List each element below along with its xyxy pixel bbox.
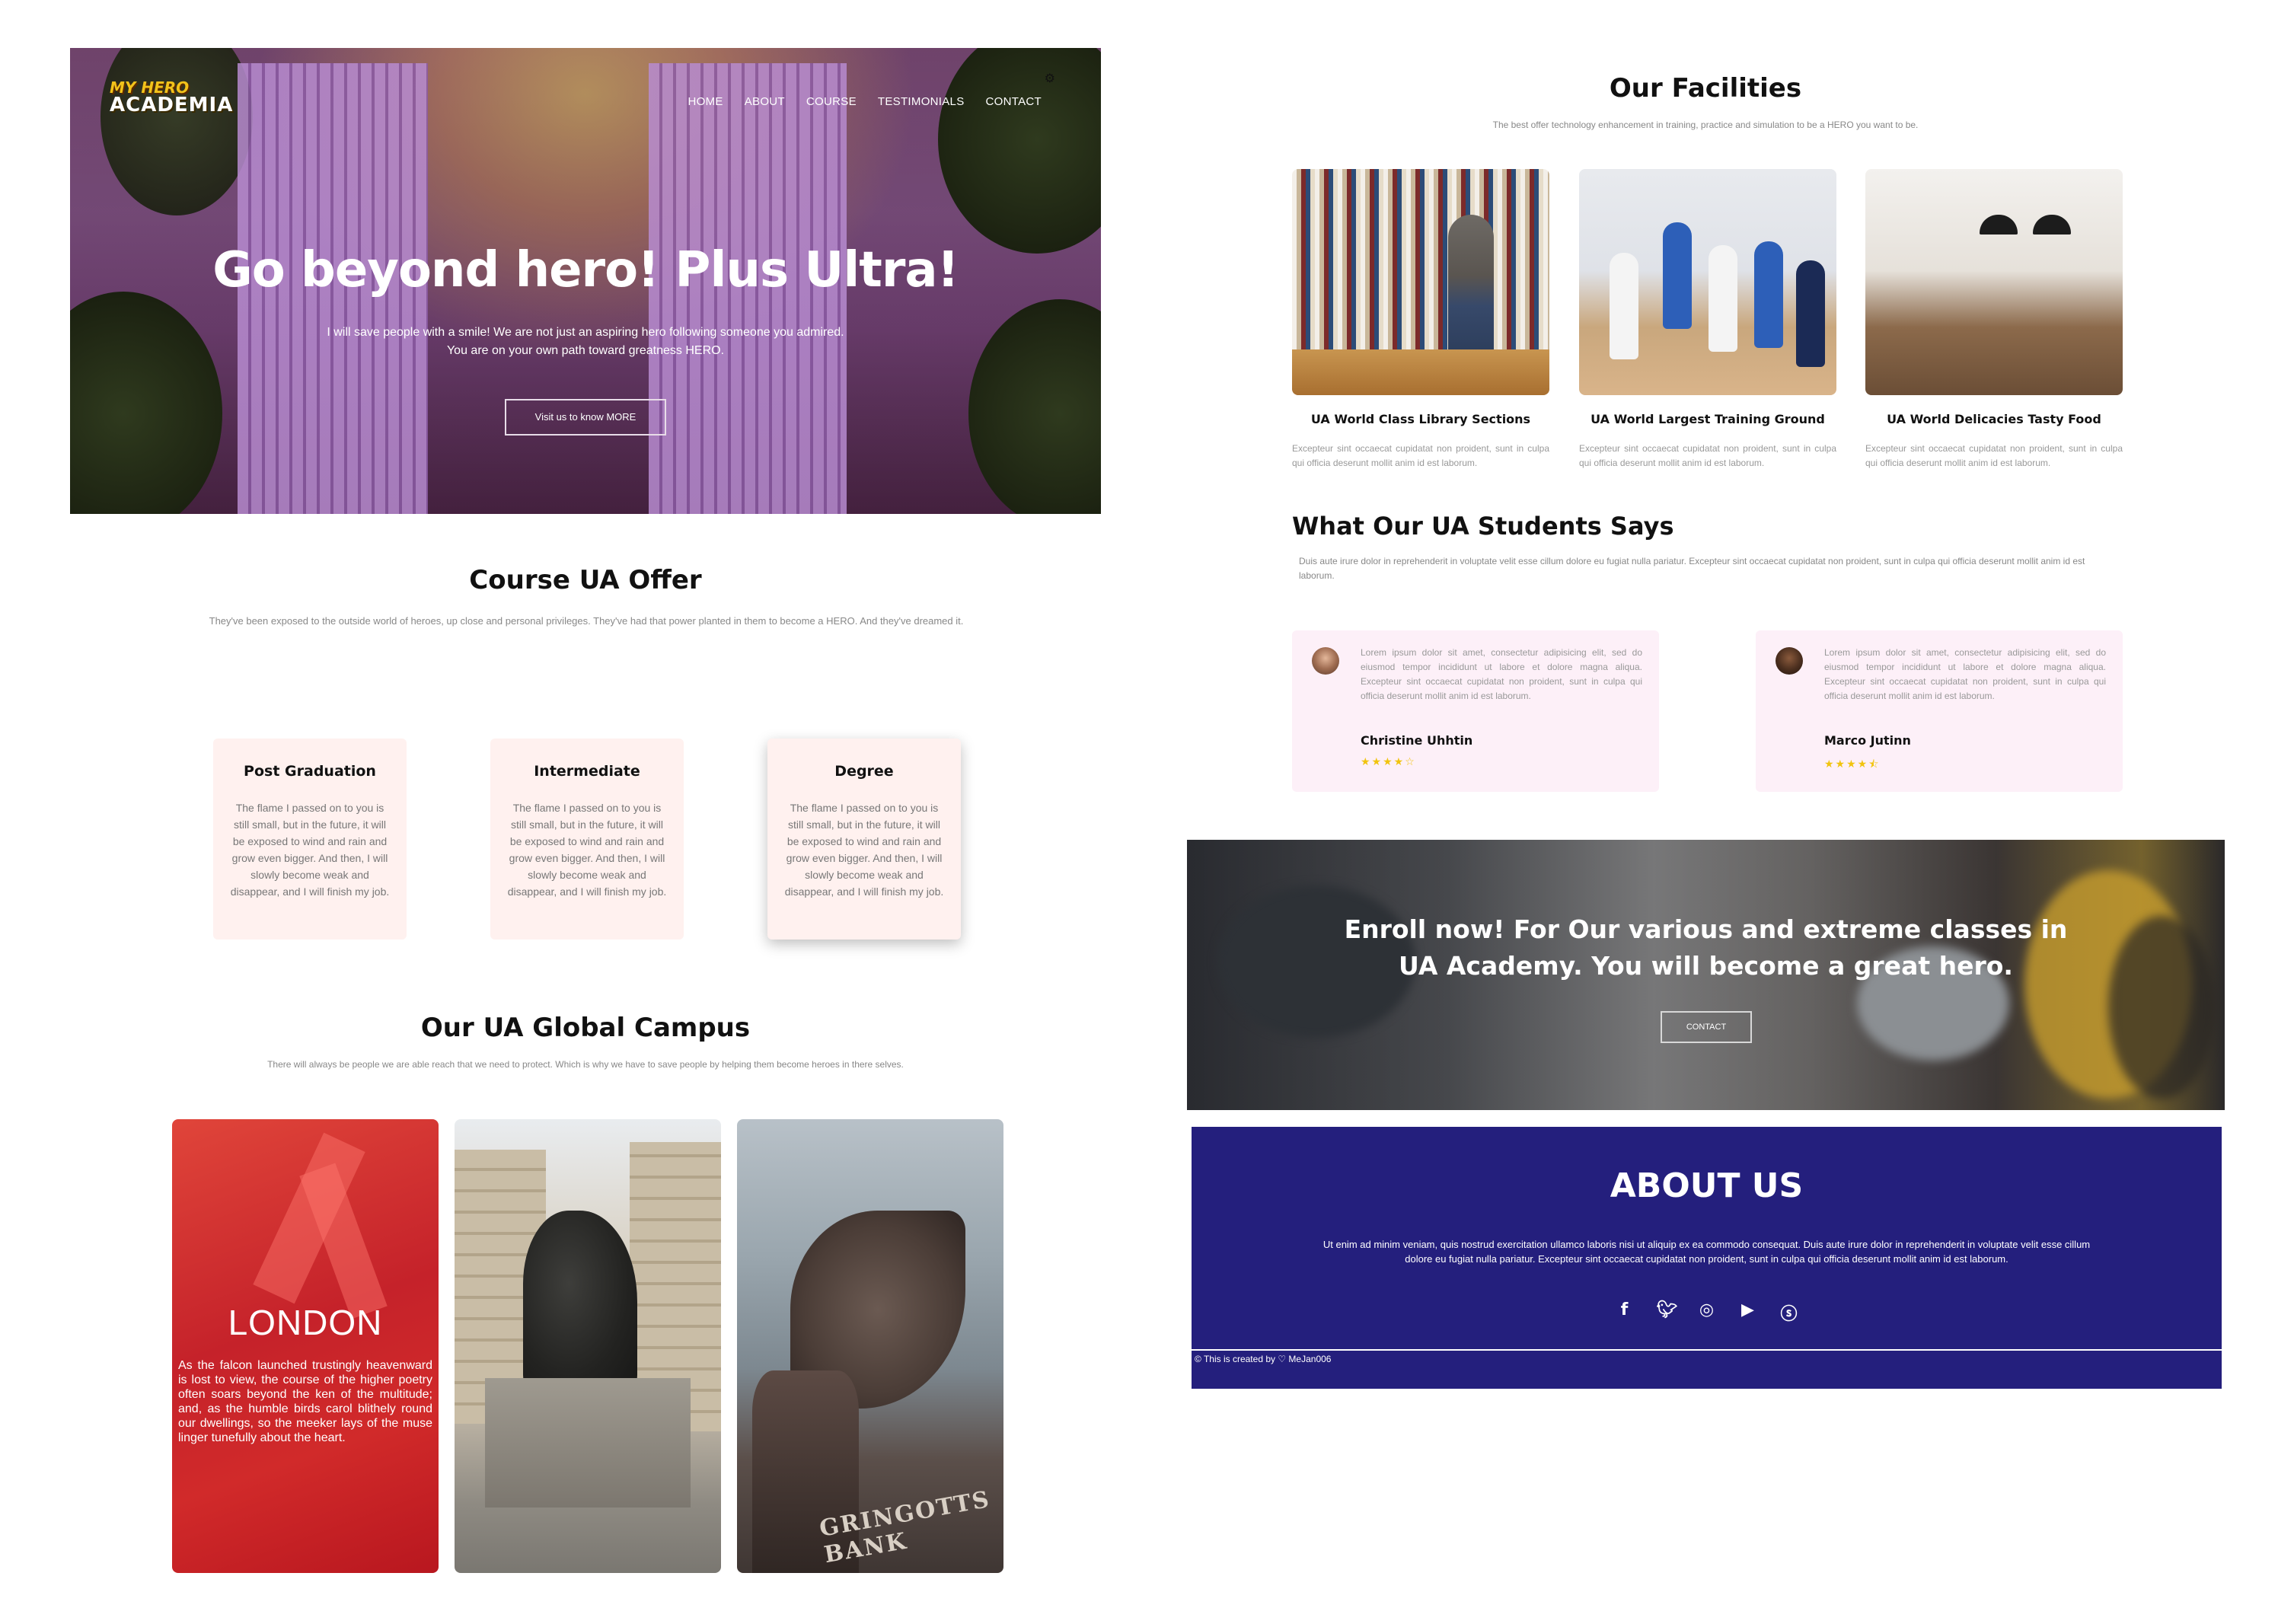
campus-city-description: As the falcon launched trustingly heaven… — [178, 1359, 432, 1444]
tree-right-top — [938, 48, 1101, 254]
skype-icon[interactable]: ⓢ — [1780, 1300, 1798, 1325]
library-image — [1292, 169, 1549, 395]
nav-course[interactable]: COURSE — [806, 95, 857, 108]
course-card-degree[interactable]: Degree The flame I passed on to you is s… — [767, 739, 961, 940]
nav-about[interactable]: ABOUT — [745, 95, 785, 108]
enroll-line2: UA Academy. You will become a great hero… — [1399, 951, 2013, 981]
footer-divider — [1192, 1349, 2222, 1351]
person-shape — [1448, 215, 1494, 367]
lamp-shape — [2033, 215, 2071, 235]
hero-subtitle-line2: You are on your own path toward greatnes… — [446, 344, 725, 357]
logo-bottom-text: ACADEMIA — [110, 94, 234, 116]
course-name: Degree — [834, 763, 894, 780]
about-section: ABOUT US Ut enim ad minim veniam, quis n… — [1192, 1127, 2222, 1389]
avatar — [1776, 647, 1803, 675]
facebook-icon[interactable]: f — [1616, 1300, 1634, 1325]
hero-subtitle: I will save people with a smile! We are … — [70, 324, 1101, 360]
courses-title: Course UA Offer — [469, 565, 702, 595]
enroll-line1: Enroll now! For Our various and extreme … — [1344, 914, 2068, 944]
hero-section: MY HERO ACADEMIA ⚙ HOME ABOUT COURSE TES… — [70, 48, 1101, 514]
nav-testimonials[interactable]: TESTIMONIALS — [878, 95, 965, 108]
campus-card-london[interactable]: LONDON As the falcon launched trustingly… — [172, 1119, 439, 1573]
facility-text: Excepteur sint occaecat cupidatat non pr… — [1865, 443, 2123, 468]
rating-stars: ★★★★☆ — [1361, 756, 1416, 768]
testimonials-subtitle: Duis aute irure dolor in reprehenderit i… — [1299, 556, 2085, 581]
facilities-subtitle: The best offer technology enhancement in… — [1492, 120, 1919, 130]
rating-stars: ★★★★⯪ — [1824, 758, 1881, 771]
player-shape — [1796, 260, 1825, 367]
courses-subtitle: They've been exposed to the outside worl… — [209, 615, 964, 627]
tree-left-top — [101, 48, 253, 215]
player-shape — [1610, 253, 1638, 359]
testimonial-card: Lorem ipsum dolor sit amet, consectetur … — [1292, 630, 1659, 792]
about-text: Ut enim ad minim veniam, quis nostrud ex… — [1322, 1239, 2091, 1265]
facility-text: Excepteur sint occaecat cupidatat non pr… — [1292, 443, 1549, 468]
course-card-intermediate[interactable]: Intermediate The flame I passed on to yo… — [490, 739, 684, 940]
logo-top-text: MY HERO — [110, 78, 190, 97]
nav-toggle-icon[interactable]: ⚙ — [1045, 71, 1055, 85]
testimonials-title: What Our UA Students Says — [1292, 512, 1674, 541]
brand-logo[interactable]: MY HERO ACADEMIA — [110, 78, 234, 116]
hero-title: Go beyond hero! Plus Ultra! — [212, 242, 959, 298]
twitter-icon[interactable]: 🐦︎ — [1657, 1300, 1678, 1325]
testimonial-card: Lorem ipsum dolor sit amet, consectetur … — [1756, 630, 2123, 792]
cafe-image — [1865, 169, 2123, 395]
facility-card-food[interactable]: UA World Delicacies Tasty Food Excepteur… — [1865, 169, 2123, 471]
course-card-post-graduation[interactable]: Post Graduation The flame I passed on to… — [213, 739, 407, 940]
course-name: Post Graduation — [244, 763, 376, 780]
contact-button[interactable]: CONTACT — [1661, 1011, 1752, 1043]
player-shape — [1663, 222, 1692, 329]
enroll-banner: Enroll now! For Our various and extreme … — [1187, 840, 2225, 1110]
enroll-heading: Enroll now! For Our various and extreme … — [1187, 911, 2225, 984]
course-text: The flame I passed on to you is still sm… — [230, 802, 390, 898]
facility-name: UA World Delicacies Tasty Food — [1887, 412, 2101, 426]
social-links: f 🐦︎ ◎ ▶ ⓢ — [1192, 1300, 2222, 1325]
testimonial-name: Marco Jutinn — [1824, 733, 1911, 748]
training-ground-image — [1579, 169, 1836, 395]
course-name: Intermediate — [534, 763, 640, 780]
campus-card-dragon[interactable]: GRINGOTTS BANK — [737, 1119, 1003, 1573]
player-shape — [1709, 245, 1737, 352]
main-nav: HOME ABOUT COURSE TESTIMONIALS CONTACT — [688, 95, 1042, 108]
course-text: The flame I passed on to you is still sm… — [784, 802, 944, 898]
campus-card-paris[interactable] — [455, 1119, 721, 1573]
facility-card-training[interactable]: UA World Largest Training Ground Excepte… — [1579, 169, 1836, 471]
about-title: ABOUT US — [1610, 1166, 1804, 1205]
footer-credit: © This is created by ♡ MeJan006 — [1195, 1354, 1332, 1364]
facility-name: UA World Class Library Sections — [1310, 412, 1531, 426]
testimonial-text: Lorem ipsum dolor sit amet, consectetur … — [1824, 647, 2106, 701]
facilities-title: Our Facilities — [1609, 73, 1802, 104]
facility-text: Excepteur sint occaecat cupidatat non pr… — [1579, 443, 1836, 468]
statue-pedestal — [485, 1378, 691, 1508]
hero-subtitle-line1: I will save people with a smile! We are … — [327, 326, 844, 339]
nav-home[interactable]: HOME — [688, 95, 723, 108]
visit-more-button[interactable]: Visit us to know MORE — [505, 399, 666, 436]
campus-city-name: LONDON — [228, 1303, 383, 1342]
youtube-icon[interactable]: ▶ — [1739, 1300, 1757, 1325]
campus-title: Our UA Global Campus — [420, 1013, 751, 1043]
testimonial-text: Lorem ipsum dolor sit amet, consectetur … — [1361, 647, 1642, 701]
avatar — [1312, 647, 1339, 675]
lamp-shape — [1980, 215, 2018, 235]
facility-card-library[interactable]: UA World Class Library Sections Excepteu… — [1292, 169, 1549, 471]
player-shape — [1754, 241, 1783, 348]
instagram-icon[interactable]: ◎ — [1698, 1300, 1716, 1325]
campus-subtitle: There will always be people we are able … — [267, 1059, 904, 1070]
testimonial-name: Christine Uhhtin — [1361, 733, 1473, 748]
course-text: The flame I passed on to you is still sm… — [507, 802, 667, 898]
nav-contact[interactable]: CONTACT — [986, 95, 1042, 108]
facility-name: UA World Largest Training Ground — [1590, 412, 1825, 426]
lion-statue-image — [523, 1211, 637, 1393]
